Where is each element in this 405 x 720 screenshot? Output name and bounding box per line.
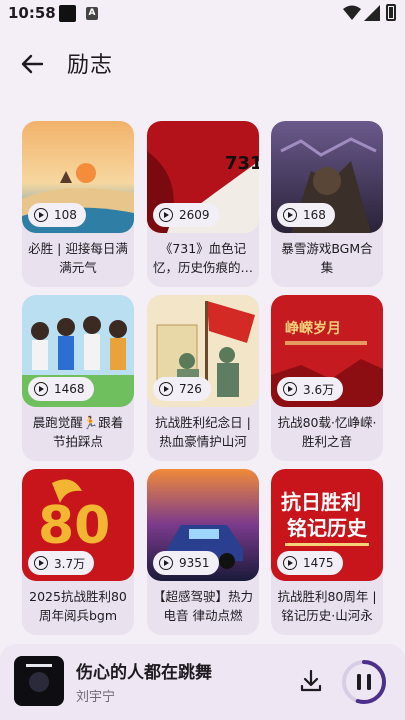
play-count: 726 xyxy=(179,382,202,396)
album-art xyxy=(14,656,64,706)
notification-icon xyxy=(59,5,76,22)
play-count: 1468 xyxy=(54,382,85,396)
play-circle-icon xyxy=(159,556,173,570)
page-title: 励志 xyxy=(67,53,114,78)
playlist-card[interactable]: 80 3.7万 2025抗战胜利80周年阅兵bgm xyxy=(22,469,134,635)
artist-name: 刘宇宁 xyxy=(76,690,116,705)
playlist-title: 2025抗战胜利80周年阅兵bgm xyxy=(29,589,127,623)
play-count: 2609 xyxy=(179,208,210,222)
playlist-card[interactable]: 峥嵘岁月 3.6万 抗战80载·忆峥嵘·胜利之音 xyxy=(271,295,383,461)
play-count: 1475 xyxy=(303,556,334,570)
play-count-badge: 108 xyxy=(28,203,86,227)
back-arrow-icon[interactable] xyxy=(16,48,48,80)
playlist-card[interactable]: 抗日胜利 铭记历史 1475 抗战胜利80周年 | 铭记历史·山河永固 xyxy=(271,469,383,635)
status-bar: 10:58 A xyxy=(0,0,405,28)
download-icon[interactable] xyxy=(298,668,324,694)
playlist-card[interactable]: 9351 【超感驾驶】热力电音 律动点燃 xyxy=(147,469,259,635)
playlist-title: 抗战80载·忆峥嵘·胜利之音 xyxy=(277,415,377,449)
play-count: 9351 xyxy=(179,556,210,570)
playlist-title: 《731》血色记忆，历史伤痕的… xyxy=(153,241,253,275)
play-count-badge: 3.6万 xyxy=(277,377,344,401)
playlist-title: 抗战胜利80周年 | 铭记历史·山河永固 xyxy=(277,589,377,623)
app-bar: 励志 xyxy=(0,30,405,96)
playlist-card[interactable]: 108 必胜 | 迎接每日满满元气 xyxy=(22,121,134,287)
svg-text:731: 731 xyxy=(225,153,259,174)
play-pause-button[interactable] xyxy=(340,658,388,706)
pause-icon xyxy=(357,674,361,690)
playlist-title: 暴雪游戏BGM合集 xyxy=(281,241,373,275)
mini-player[interactable]: 伤心的人都在跳舞 刘宇宁 xyxy=(0,644,405,720)
play-count-badge: 1468 xyxy=(28,377,94,401)
play-circle-icon xyxy=(283,208,297,222)
playlist-title: 必胜 | 迎接每日满满元气 xyxy=(28,241,128,275)
play-count-badge: 1475 xyxy=(277,551,343,575)
play-count: 108 xyxy=(54,208,77,222)
wifi-icon xyxy=(343,5,361,20)
playlist-title: 【超感驾驶】热力电音 律动点燃 xyxy=(153,589,253,623)
svg-text:抗日胜利: 抗日胜利 xyxy=(281,490,361,514)
play-circle-icon xyxy=(159,208,173,222)
playlist-title: 晨跑觉醒🏃跟着节拍踩点 xyxy=(32,415,124,449)
playlist-title: 抗战胜利纪念日 | 热血豪情护山河 xyxy=(155,415,251,449)
play-count: 3.6万 xyxy=(303,382,335,397)
notification-a-icon: A xyxy=(86,7,98,20)
playlist-card[interactable]: 726 抗战胜利纪念日 | 热血豪情护山河 xyxy=(147,295,259,461)
play-circle-icon xyxy=(34,382,48,396)
play-count-badge: 2609 xyxy=(153,203,219,227)
battery-icon xyxy=(386,4,396,21)
play-count-badge: 168 xyxy=(277,203,335,227)
playlist-card[interactable]: 168 暴雪游戏BGM合集 xyxy=(271,121,383,287)
play-count: 168 xyxy=(303,208,326,222)
play-circle-icon xyxy=(283,382,297,396)
play-circle-icon xyxy=(159,382,173,396)
svg-text:峥嵘岁月: 峥嵘岁月 xyxy=(285,320,341,337)
playlist-card[interactable]: 731 2609 《731》血色记忆，历史伤痕的… xyxy=(147,121,259,287)
svg-text:80: 80 xyxy=(38,496,110,556)
playlist-card[interactable]: 1468 晨跑觉醒🏃跟着节拍踩点 xyxy=(22,295,134,461)
play-circle-icon xyxy=(34,208,48,222)
play-count: 3.7万 xyxy=(54,556,86,571)
svg-text:铭记历史: 铭记历史 xyxy=(287,516,368,540)
song-title: 伤心的人都在跳舞 xyxy=(76,663,212,683)
play-count-badge: 3.7万 xyxy=(28,551,95,575)
cellular-icon xyxy=(364,5,380,21)
play-circle-icon xyxy=(34,556,48,570)
play-count-badge: 726 xyxy=(153,377,211,401)
status-time: 10:58 xyxy=(8,4,56,22)
play-count-badge: 9351 xyxy=(153,551,219,575)
play-circle-icon xyxy=(283,556,297,570)
